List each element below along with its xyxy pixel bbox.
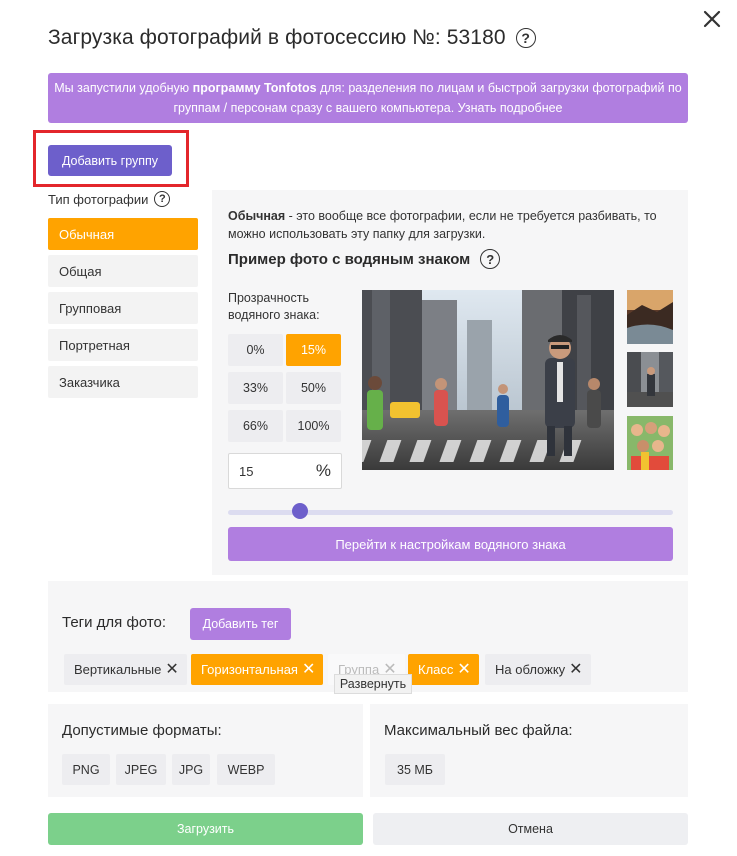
tags-section: Теги для фото: Добавить тег Вертикальные… <box>48 581 688 694</box>
opacity-option-66[interactable]: 66% <box>228 410 283 442</box>
remove-tag-icon[interactable]: ✕ <box>457 661 470 678</box>
photo-type-description: Обычная - это вообще все фотографии, есл… <box>228 207 673 243</box>
formats-box: Допустимые форматы: PNG JPEG JPG WEBP <box>48 704 363 797</box>
expand-tooltip: Развернуть <box>334 674 412 694</box>
highlight-frame: Добавить группу <box>33 130 189 187</box>
add-tag-button[interactable]: Добавить тег <box>190 608 291 640</box>
photo-type-group[interactable]: Групповая <box>48 292 198 324</box>
opacity-option-0[interactable]: 0% <box>228 334 283 366</box>
photo-type-portrait[interactable]: Портретная <box>48 329 198 361</box>
remove-tag-icon[interactable]: ✕ <box>165 661 178 678</box>
opacity-input-value[interactable]: 15 <box>239 464 316 479</box>
opacity-option-50[interactable]: 50% <box>286 372 341 404</box>
help-icon[interactable]: ? <box>480 249 501 269</box>
description-type-name: Обычная <box>228 209 286 223</box>
watermark-settings-button[interactable]: Перейти к настройкам водяного знака <box>228 527 673 561</box>
max-weight-chip: 35 МБ <box>385 754 445 785</box>
format-chip: JPEG <box>116 754 166 785</box>
banner-program-link[interactable]: программу Tonfotos <box>193 81 317 95</box>
opacity-option-33[interactable]: 33% <box>228 372 283 404</box>
watermark-header: Пример фото с водяным знаком ? <box>228 249 501 269</box>
watermark-title: Пример фото с водяным знаком <box>228 250 471 268</box>
format-chip: JPG <box>172 754 210 785</box>
opacity-option-15[interactable]: 15% <box>286 334 341 366</box>
opacity-input[interactable]: 15 % <box>228 453 342 489</box>
opacity-option-100[interactable]: 100% <box>286 410 341 442</box>
add-group-button[interactable]: Добавить группу <box>48 145 172 176</box>
photo-type-common[interactable]: Общая <box>48 255 198 287</box>
tag-chip[interactable]: Вертикальные ✕ <box>64 654 187 685</box>
upload-button[interactable]: Загрузить <box>48 813 363 845</box>
tags-title: Теги для фото: <box>62 614 167 631</box>
percent-unit: % <box>315 461 331 480</box>
photo-type-customer[interactable]: Заказчика <box>48 366 198 398</box>
watermark-preview-image <box>362 290 614 470</box>
opacity-slider-handle[interactable] <box>292 503 308 519</box>
close-icon[interactable] <box>701 8 723 30</box>
help-icon[interactable]: ? <box>154 191 171 207</box>
banner-text-before: Мы запустили удобную <box>54 81 190 95</box>
description-text: - это вообще все фотографии, если не тре… <box>228 209 657 241</box>
tag-label: Класс <box>418 662 454 677</box>
help-icon[interactable]: ? <box>515 28 536 48</box>
photo-type-list: Обычная Общая Групповая Портретная Заказ… <box>48 218 198 403</box>
remove-tag-icon[interactable]: ✕ <box>569 661 582 678</box>
formats-title: Допустимые форматы: <box>62 722 222 739</box>
max-weight-title: Максимальный вес файла: <box>384 722 573 739</box>
tag-label: На обложку <box>495 662 566 677</box>
preview-thumbnail-group[interactable] <box>627 416 673 470</box>
preview-thumbnail-street[interactable] <box>627 352 673 407</box>
preview-thumbnail-landscape[interactable] <box>627 290 673 344</box>
dialog-header: Загрузка фотографий в фотосессию №: 5318… <box>48 26 536 50</box>
tag-chip[interactable]: Класс ✕ <box>408 654 479 685</box>
max-weight-box: Максимальный вес файла: 35 МБ <box>370 704 688 797</box>
format-chip: WEBP <box>217 754 275 785</box>
tag-label: Горизонтальная <box>201 662 298 677</box>
tag-label: Вертикальные <box>74 662 162 677</box>
format-chip: PNG <box>62 754 110 785</box>
tag-chip[interactable]: На обложку ✕ <box>485 654 591 685</box>
photo-type-label-row: Тип фотографии ? <box>48 191 171 207</box>
cancel-button[interactable]: Отмена <box>373 813 688 845</box>
photo-type-label: Тип фотографии <box>48 191 149 207</box>
dialog-title: Загрузка фотографий в фотосессию №: 5318… <box>48 26 506 49</box>
remove-tag-icon[interactable]: ✕ <box>302 661 315 678</box>
watermark-panel: Обычная - это вообще все фотографии, есл… <box>212 190 688 575</box>
photo-type-ordinary[interactable]: Обычная <box>48 218 198 250</box>
opacity-label: Прозрачность водяного знака: <box>228 291 320 322</box>
tag-chip[interactable]: Горизонтальная ✕ <box>191 654 324 685</box>
tonfotos-banner[interactable]: Мы запустили удобную программу Tonfotos … <box>48 73 688 123</box>
